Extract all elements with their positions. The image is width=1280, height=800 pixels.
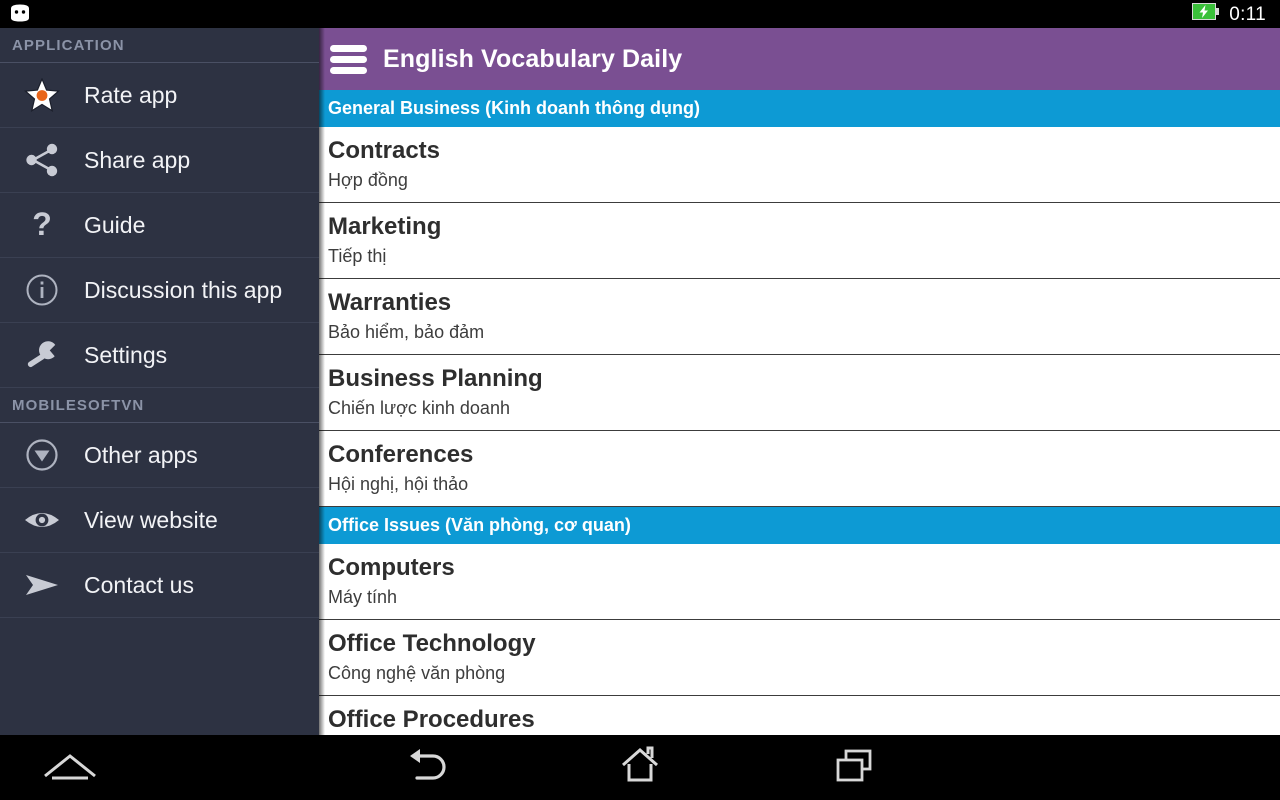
vocabulary-list: General Business (Kinh doanh thông dụng)… — [319, 90, 1280, 735]
drawer-item-label: Contact us — [84, 572, 194, 598]
download-circle-icon — [0, 438, 84, 472]
nav-recents-button[interactable] — [785, 735, 925, 800]
list-item[interactable]: Marketing Tiếp thị — [319, 203, 1280, 279]
drawer-item-label: Settings — [84, 342, 168, 368]
nav-home-button[interactable] — [570, 735, 710, 800]
list-item[interactable]: Conferences Hội nghị, hội thảo — [319, 431, 1280, 507]
content-area: English Vocabulary Daily General Busines… — [0, 28, 1280, 735]
list-section-header: General Business (Kinh doanh thông dụng) — [319, 90, 1280, 127]
list-item[interactable]: Office Technology Công nghệ văn phòng — [319, 620, 1280, 696]
info-circle-icon — [0, 273, 84, 307]
list-item-translation: Tiếp thị — [328, 246, 387, 266]
status-bar-right: 0:11 — [1192, 3, 1280, 25]
svg-text:?: ? — [32, 207, 52, 242]
list-item-translation: Chiến lược kinh doanh — [328, 398, 510, 418]
hamburger-menu-icon[interactable] — [330, 44, 367, 74]
app-title: English Vocabulary Daily — [383, 44, 683, 73]
list-item[interactable]: Contracts Hợp đồng — [319, 127, 1280, 203]
drawer-item-label: Share app — [84, 147, 191, 173]
app-bar: English Vocabulary Daily — [319, 28, 1280, 90]
list-section-header: Office Issues (Văn phòng, cơ quan) — [319, 507, 1280, 544]
drawer-item-label: Other apps — [84, 442, 198, 468]
drawer-section-label-application: APPLICATION — [12, 36, 125, 54]
navigation-drawer: APPLICATION Rate app Share app ? Guide D… — [0, 28, 325, 735]
back-arrow-icon — [403, 745, 447, 790]
device-screen: 0:11 English Vocabulary Daily General Bu… — [0, 0, 1280, 800]
drawer-item-view-website[interactable]: View website — [0, 488, 319, 553]
list-item-translation: Hội nghị, hội thảo — [328, 474, 469, 494]
list-item-translation: Máy tính — [328, 587, 398, 607]
list-item-term: Business Planning — [328, 365, 543, 392]
list-item-term: Conferences — [328, 441, 474, 468]
list-item[interactable]: Office Procedures — [319, 696, 1280, 735]
drawer-section-label-mobilesoftvn: MOBILESOFTVN — [12, 396, 145, 414]
send-arrow-icon — [0, 572, 84, 598]
nav-menu-button[interactable] — [0, 735, 140, 800]
share-icon — [0, 143, 84, 177]
drawer-item-rate-app[interactable]: Rate app — [0, 63, 319, 128]
list-item-term: Contracts — [328, 137, 441, 164]
drawer-item-guide[interactable]: ? Guide — [0, 193, 319, 258]
home-icon — [619, 745, 661, 790]
list-item[interactable]: Warranties Bảo hiểm, bảo đảm — [319, 279, 1280, 355]
menu-chevron-icon — [41, 748, 99, 787]
drawer-item-discussion[interactable]: Discussion this app — [0, 258, 319, 323]
status-bar-clock: 0:11 — [1229, 3, 1266, 25]
list-item[interactable]: Business Planning Chiến lược kinh doanh — [319, 355, 1280, 431]
list-item-translation: Công nghệ văn phòng — [328, 663, 506, 683]
eye-icon — [0, 507, 84, 533]
main-panel: English Vocabulary Daily General Busines… — [319, 28, 1280, 735]
wrench-icon — [0, 337, 84, 373]
list-item-term: Office Procedures — [328, 706, 535, 733]
status-bar: 0:11 — [0, 0, 1280, 28]
list-item-translation: Hợp đồng — [328, 170, 408, 190]
nav-back-button[interactable] — [355, 735, 495, 800]
system-navigation-bar — [0, 735, 1280, 800]
list-item-translation: Bảo hiểm, bảo đảm — [328, 322, 485, 342]
list-item-term: Computers — [328, 554, 455, 581]
drawer-item-label: Guide — [84, 212, 146, 238]
recent-apps-icon — [834, 746, 876, 789]
drawer-item-label: Rate app — [84, 82, 178, 108]
battery-charging-icon — [1192, 3, 1220, 25]
list-item-term: Warranties — [328, 289, 452, 316]
status-bar-left — [0, 4, 33, 24]
list-item[interactable]: Computers Máy tính — [319, 544, 1280, 620]
drawer-item-label: View website — [84, 507, 218, 533]
list-item-term: Office Technology — [328, 630, 536, 657]
drawer-item-share-app[interactable]: Share app — [0, 128, 319, 193]
drawer-item-label: Discussion this app — [84, 277, 283, 303]
drawer-item-contact-us[interactable]: Contact us — [0, 553, 319, 618]
drawer-item-settings[interactable]: Settings — [0, 323, 319, 388]
list-item-term: Marketing — [328, 213, 442, 240]
drawer-item-other-apps[interactable]: Other apps — [0, 423, 319, 488]
question-mark-icon: ? — [0, 207, 84, 243]
android-head-icon — [7, 4, 33, 24]
star-icon — [0, 77, 84, 113]
